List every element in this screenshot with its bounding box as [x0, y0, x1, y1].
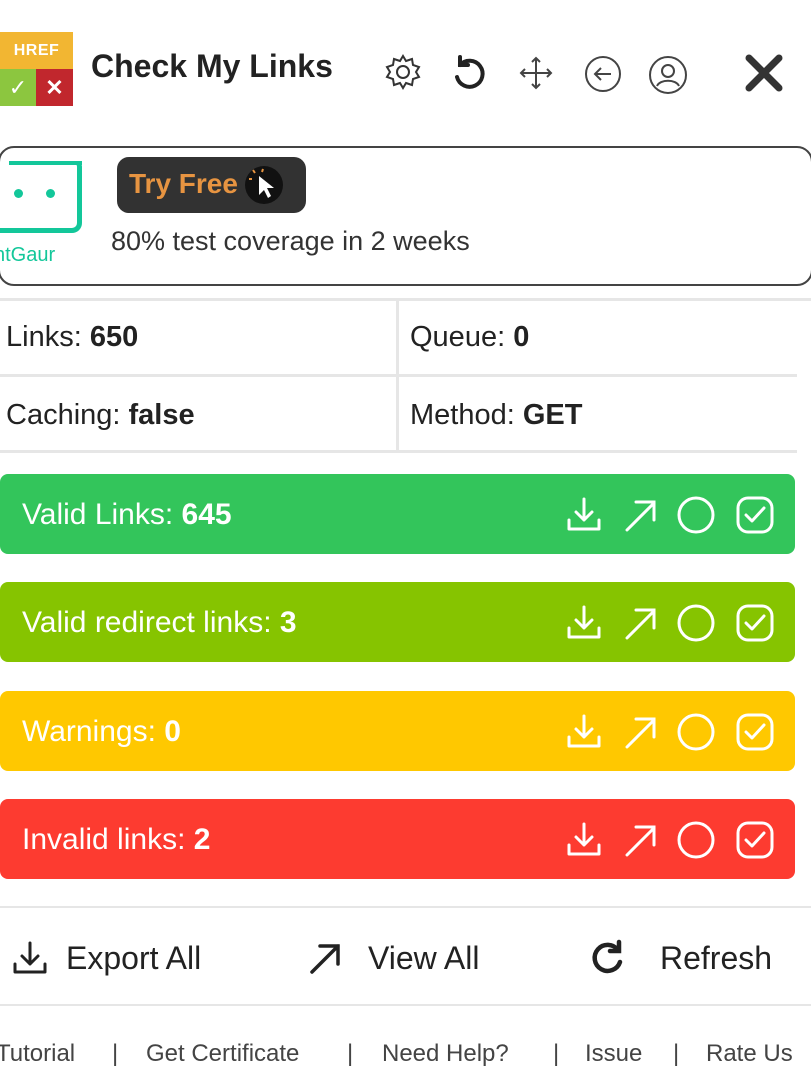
refresh-label: Refresh	[660, 940, 773, 976]
gear-icon[interactable]	[383, 52, 423, 92]
bar-label-text: Warnings:	[22, 715, 165, 748]
checkbox-icon[interactable]	[733, 493, 777, 537]
footer-separator: |	[347, 1040, 354, 1067]
stat-links-value: 650	[89, 321, 139, 353]
stat-links-label: Links:	[6, 321, 90, 353]
try-free-button[interactable]: Try Free	[117, 157, 306, 213]
circle-icon[interactable]	[674, 493, 718, 537]
refresh-button[interactable]: Refresh	[586, 936, 781, 982]
stats-divider-middle	[0, 374, 797, 377]
bar-label: Valid Links: 645	[22, 498, 232, 532]
ad-logo-robot-icon	[0, 161, 82, 233]
footer-separator: |	[673, 1040, 680, 1067]
bar-actions	[562, 818, 777, 862]
bar-label-text: Valid redirect links:	[22, 606, 280, 639]
view-all-button[interactable]: View All	[306, 936, 496, 982]
bar-count: 3	[279, 606, 297, 639]
bar-actions	[562, 601, 777, 645]
download-icon[interactable]	[562, 493, 606, 537]
bar-label-text: Valid Links:	[22, 498, 182, 531]
download-icon[interactable]	[562, 601, 606, 645]
footer-separator: |	[553, 1040, 560, 1067]
external-link-icon[interactable]	[619, 493, 663, 537]
footer-link-need-help[interactable]: Need Help?	[382, 1040, 509, 1068]
checkbox-icon[interactable]	[733, 710, 777, 754]
move-icon[interactable]	[515, 52, 557, 94]
bar-label: Valid redirect links: 3	[22, 606, 297, 640]
export-all-label: Export All	[66, 940, 202, 976]
warnings-bar[interactable]: Warnings: 0	[0, 691, 795, 771]
stat-caching-label: Caching:	[6, 399, 129, 431]
footer-link-rate-us[interactable]: Rate Us	[706, 1040, 793, 1068]
stat-queue-value: 0	[513, 321, 530, 353]
bar-label: Invalid links: 2	[22, 823, 210, 857]
ad-logo-eye-right	[46, 189, 55, 198]
app-title: Check My Links	[91, 48, 333, 84]
bar-actions	[562, 710, 777, 754]
refresh-icon	[586, 938, 628, 980]
export-all-button[interactable]: Export All	[10, 936, 220, 982]
external-link-icon[interactable]	[619, 818, 663, 862]
app-logo: HREF ✓ ✕	[0, 32, 73, 106]
bar-label: Warnings: 0	[22, 715, 181, 749]
logo-cross-mark: ✕	[36, 69, 73, 106]
footer-divider	[0, 1004, 811, 1006]
stat-caching: Caching: false	[6, 399, 195, 432]
close-icon[interactable]	[743, 52, 785, 94]
stat-method: Method: GET	[410, 399, 582, 432]
external-link-icon[interactable]	[619, 601, 663, 645]
user-icon[interactable]	[645, 52, 691, 98]
bar-count: 0	[164, 715, 181, 748]
ad-logo-eye-left	[14, 189, 23, 198]
ad-tagline: 80% test coverage in 2 weeks	[111, 226, 470, 256]
checkbox-icon[interactable]	[733, 601, 777, 645]
ad-logo-text: ntGaur	[0, 244, 56, 266]
bar-actions	[562, 493, 777, 537]
actions-divider-top	[0, 906, 811, 908]
external-link-icon	[306, 940, 344, 978]
bar-count: 645	[181, 498, 232, 531]
view-all-label: View All	[368, 940, 480, 976]
download-icon	[10, 938, 50, 978]
stat-queue-label: Queue:	[410, 321, 514, 353]
try-free-label: Try Free	[129, 168, 238, 199]
cursor-click-icon	[245, 166, 283, 204]
stats-divider-bottom	[0, 450, 797, 453]
circle-icon[interactable]	[674, 601, 718, 645]
stat-links: Links: 650	[6, 321, 138, 354]
logo-check-mark: ✓	[0, 69, 36, 106]
footer-link-tutorial[interactable]: Tutorial	[0, 1040, 75, 1068]
footer-separator: |	[112, 1040, 119, 1067]
logo-text: HREF	[0, 32, 73, 69]
stat-caching-value: false	[128, 399, 195, 431]
footer-link-get-certificate[interactable]: Get Certificate	[146, 1040, 299, 1068]
bar-count: 2	[193, 823, 211, 856]
back-arrow-icon[interactable]	[581, 52, 625, 96]
bar-label-text: Invalid links:	[22, 823, 194, 856]
stats-divider-top	[0, 298, 811, 301]
stat-method-label: Method:	[410, 399, 523, 431]
checkbox-icon[interactable]	[733, 818, 777, 862]
download-icon[interactable]	[562, 710, 606, 754]
circle-icon[interactable]	[674, 710, 718, 754]
ad-brand-logo: ntGaur	[0, 161, 90, 271]
valid-redirect-links-bar[interactable]: Valid redirect links: 3	[0, 582, 795, 662]
download-icon[interactable]	[562, 818, 606, 862]
stat-queue: Queue: 0	[410, 321, 529, 354]
invalid-links-bar[interactable]: Invalid links: 2	[0, 799, 795, 879]
reload-icon[interactable]	[448, 52, 490, 94]
stat-method-value: GET	[522, 399, 583, 431]
footer-link-issue[interactable]: Issue	[585, 1040, 642, 1068]
circle-icon[interactable]	[674, 818, 718, 862]
valid-links-bar[interactable]: Valid Links: 645	[0, 474, 795, 554]
external-link-icon[interactable]	[619, 710, 663, 754]
